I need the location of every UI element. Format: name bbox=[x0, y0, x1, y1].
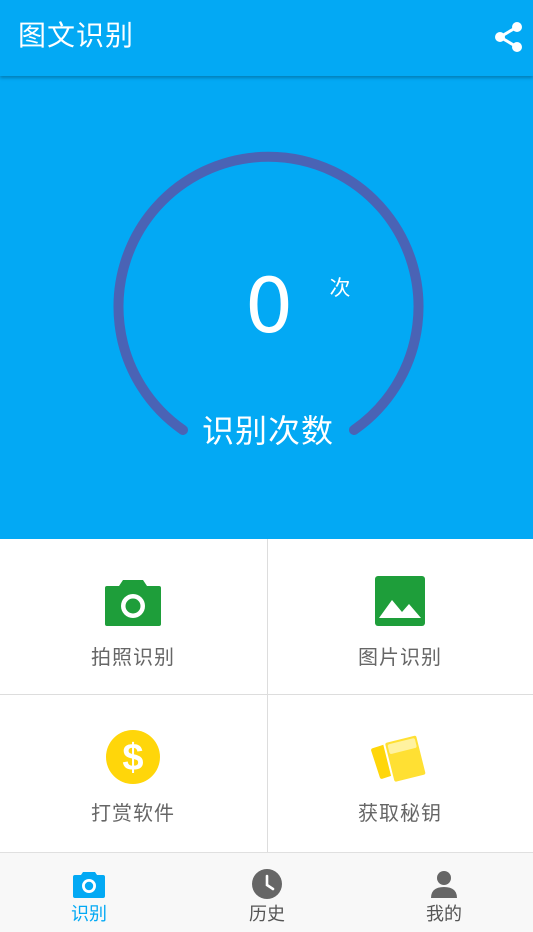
tab-recognize[interactable]: 识别 bbox=[0, 853, 178, 932]
feature-get-key[interactable]: 获取秘钥 bbox=[267, 695, 533, 850]
app-bar: 图文识别 bbox=[0, 0, 533, 76]
bottom-navigation: 识别 历史 我的 bbox=[0, 852, 533, 932]
feature-camera-recognition[interactable]: 拍照识别 bbox=[0, 539, 266, 694]
tab-label: 识别 bbox=[71, 904, 107, 925]
feature-label: 拍照识别 bbox=[91, 645, 175, 669]
feature-label: 获取秘钥 bbox=[358, 801, 442, 825]
tab-label: 我的 bbox=[426, 904, 462, 925]
recognition-counter-panel: 0 次 识别次数 bbox=[0, 76, 533, 539]
recognition-count-value: 0 bbox=[244, 261, 294, 350]
dollar-icon: $ bbox=[103, 729, 163, 785]
camera-icon bbox=[71, 867, 107, 901]
feature-label: 图片识别 bbox=[358, 645, 442, 669]
svg-text:$: $ bbox=[122, 737, 143, 779]
share-button[interactable] bbox=[488, 16, 530, 58]
feature-image-recognition[interactable]: 图片识别 bbox=[267, 539, 533, 694]
app-title: 图文识别 bbox=[18, 19, 135, 52]
share-icon bbox=[495, 22, 522, 52]
camera-icon bbox=[103, 573, 163, 629]
person-icon bbox=[426, 867, 462, 901]
tab-history[interactable]: 历史 bbox=[178, 853, 356, 932]
recognition-count-unit: 次 bbox=[329, 276, 351, 300]
clock-icon bbox=[249, 867, 285, 901]
feature-donate[interactable]: $ 打赏软件 bbox=[0, 695, 266, 850]
tab-profile[interactable]: 我的 bbox=[355, 853, 533, 932]
image-icon bbox=[370, 573, 430, 629]
tab-label: 历史 bbox=[249, 904, 285, 925]
recognition-count-label: 识别次数 bbox=[201, 412, 334, 450]
feature-label: 打赏软件 bbox=[91, 801, 175, 825]
app-root: 图文识别 0 次 识别次数 拍照识别 图片识别 $ 打赏软件 获取秘钥 识别 历… bbox=[0, 0, 533, 932]
key-cards-icon bbox=[370, 729, 430, 785]
feature-grid: 拍照识别 图片识别 $ 打赏软件 获取秘钥 bbox=[0, 539, 533, 852]
